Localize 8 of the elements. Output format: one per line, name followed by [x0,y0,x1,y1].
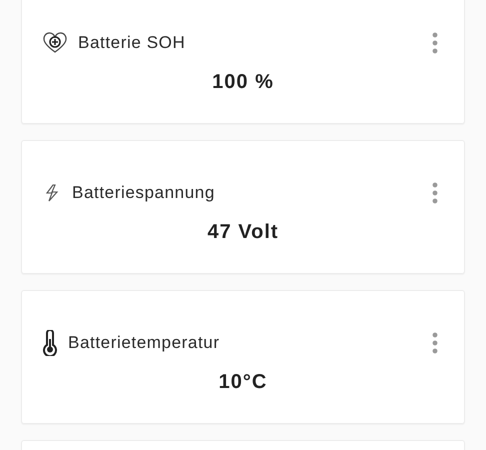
sensor-value: 100 % [211,70,275,95]
card-title: Batterie SOH [78,32,186,54]
card-title: Batterietemperatur [68,332,220,354]
sensor-value: 47 Volt [206,220,280,245]
sensor-value: 10°C [218,370,268,395]
thermometer-icon [42,330,58,356]
heart-icon [42,32,68,54]
card-title: Batteriespannung [72,182,215,204]
